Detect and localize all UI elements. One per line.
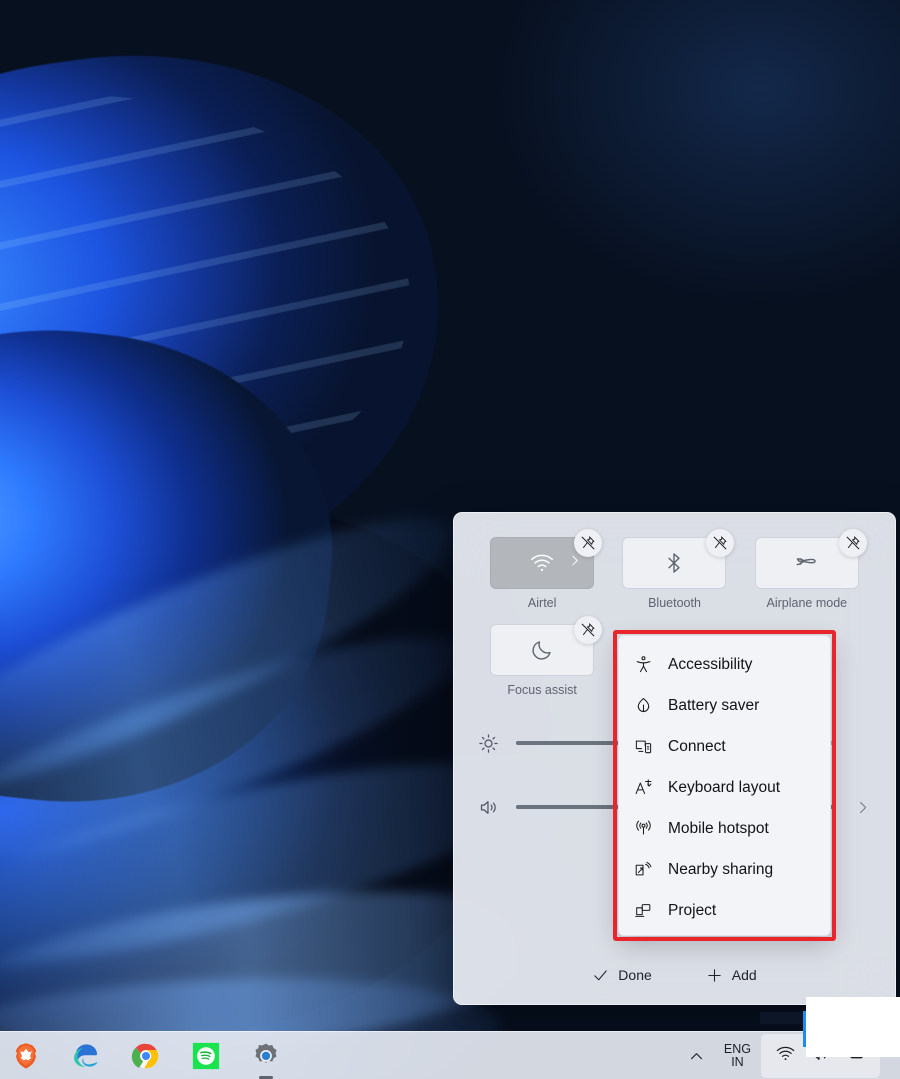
moon-icon	[530, 638, 554, 662]
settings-gear-icon	[255, 1043, 277, 1063]
keyboard-layout-icon	[633, 778, 653, 798]
taskbar-app-settings[interactable]	[246, 1036, 286, 1079]
clock-redaction-overlay	[806, 997, 900, 1057]
done-button[interactable]: Done	[582, 961, 661, 990]
menu-item-accessibility[interactable]: Accessibility	[619, 644, 830, 685]
bluetooth-icon	[662, 551, 686, 575]
spotify-icon	[192, 1042, 220, 1070]
wifi-icon	[775, 1043, 796, 1069]
tray-overflow-chevron-up-icon[interactable]	[680, 1039, 714, 1073]
wifi-tile-button[interactable]	[490, 529, 603, 589]
quick-tile-wifi[interactable]: Airtel	[476, 529, 608, 610]
menu-item-nearby-sharing[interactable]: Nearby sharing	[619, 849, 830, 890]
plus-icon	[706, 967, 723, 984]
focus-assist-tile-label: Focus assist	[507, 683, 577, 697]
quick-tile-focus-assist[interactable]: Focus assist	[476, 616, 608, 697]
airplane-icon	[794, 550, 820, 576]
bluetooth-tile-button[interactable]	[622, 529, 735, 589]
menu-item-label: Mobile hotspot	[668, 819, 769, 837]
quick-settings-footer: Done Add	[454, 946, 895, 1004]
menu-item-label: Project	[668, 901, 717, 919]
menu-item-label: Battery saver	[668, 696, 760, 714]
check-icon	[592, 967, 609, 984]
wifi-tile-label: Airtel	[527, 596, 557, 610]
menu-item-mobile-hotspot[interactable]: Mobile hotspot	[619, 808, 830, 849]
chevron-right-icon[interactable]	[568, 554, 581, 572]
accessibility-icon	[633, 655, 653, 675]
edge-icon	[74, 1044, 98, 1067]
project-icon	[633, 901, 653, 921]
add-tile-flyout-menu: Accessibility Battery saver Connect Keyb…	[618, 635, 831, 936]
menu-item-label: Keyboard layout	[668, 778, 781, 796]
wallpaper-glow	[500, 0, 900, 300]
wifi-icon	[529, 550, 555, 576]
airplane-mode-tile-label: Airplane mode	[766, 596, 848, 610]
focus-assist-tile-button[interactable]	[490, 616, 603, 676]
taskbar-app-list	[0, 1032, 286, 1079]
menu-item-label: Connect	[668, 737, 726, 755]
taskbar: ENG IN	[0, 1031, 900, 1079]
unpin-icon[interactable]	[574, 616, 603, 644]
unpin-icon[interactable]	[838, 529, 867, 557]
menu-item-label: Accessibility	[668, 655, 753, 673]
done-button-label: Done	[618, 967, 652, 983]
unpin-icon[interactable]	[706, 529, 735, 557]
add-button-label: Add	[731, 967, 757, 983]
language-indicator[interactable]: ENG IN	[714, 1037, 761, 1075]
nearby-sharing-icon	[633, 860, 653, 880]
leaf-icon	[633, 696, 653, 716]
volume-icon	[476, 797, 500, 818]
connect-icon	[633, 737, 653, 757]
unpin-icon[interactable]	[574, 529, 603, 557]
volume-output-chevron-right-icon[interactable]	[851, 800, 873, 815]
menu-item-battery-saver[interactable]: Battery saver	[619, 685, 830, 726]
add-button[interactable]: Add	[696, 961, 767, 990]
menu-item-connect[interactable]: Connect	[619, 726, 830, 767]
menu-item-project[interactable]: Project	[619, 890, 830, 931]
language-line-2: IN	[731, 1055, 744, 1069]
menu-item-keyboard-layout[interactable]: Keyboard layout	[619, 767, 830, 808]
chrome-icon	[131, 1043, 159, 1069]
menu-item-label: Nearby sharing	[668, 860, 774, 878]
hotspot-icon	[633, 819, 653, 839]
quick-tile-bluetooth[interactable]: Bluetooth	[608, 529, 740, 610]
taskbar-app-spotify[interactable]	[186, 1036, 226, 1076]
bluetooth-tile-label: Bluetooth	[648, 596, 701, 610]
taskbar-app-chrome[interactable]	[126, 1036, 166, 1076]
quick-tile-airplane-mode[interactable]: Airplane mode	[741, 529, 873, 610]
taskbar-app-brave[interactable]	[6, 1036, 46, 1076]
airplane-mode-tile-button[interactable]	[754, 529, 867, 589]
taskbar-app-edge[interactable]	[66, 1036, 106, 1076]
brightness-icon	[476, 733, 500, 754]
brave-icon	[15, 1043, 37, 1069]
